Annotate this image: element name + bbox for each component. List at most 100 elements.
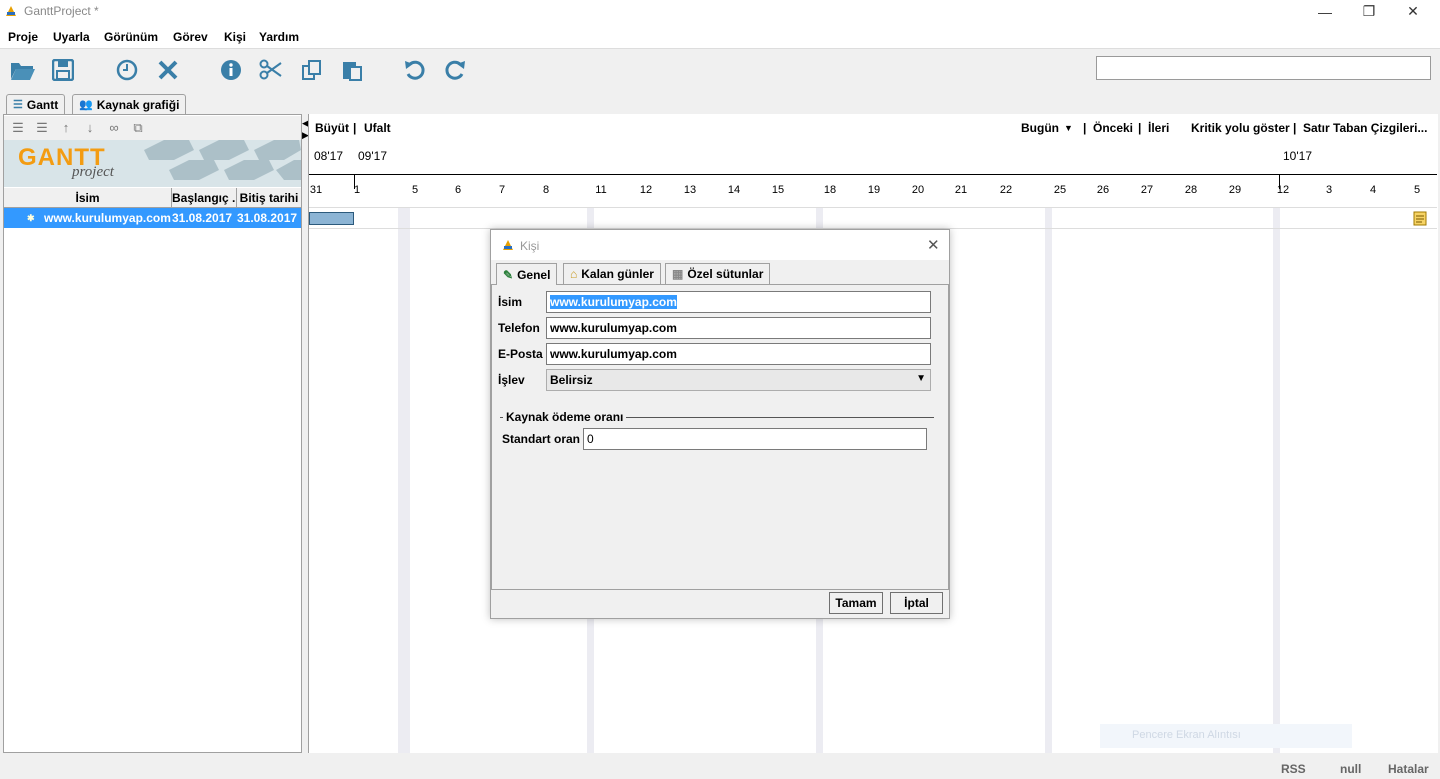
row-marker-icon: ✱ <box>27 213 35 223</box>
day-label: 7 <box>498 184 506 196</box>
day-label: 13 <box>683 184 697 196</box>
day-label: 8 <box>542 184 550 196</box>
person-dialog: Kişi ✕ ✎ Genel ⌂ Kalan günler ▦ Özel süt… <box>490 229 950 619</box>
clock-icon[interactable] <box>114 57 140 83</box>
day-label: 5 <box>411 184 419 196</box>
search-input[interactable] <box>1096 56 1431 80</box>
weekend-column <box>398 208 410 753</box>
indent-icon[interactable]: ☰ <box>34 120 50 136</box>
day-label: 5 <box>1413 184 1421 196</box>
dialog-tab-general-label: Genel <box>517 267 551 282</box>
menu-gorev[interactable]: Görev <box>173 30 208 44</box>
day-label: 27 <box>1140 184 1154 196</box>
menu-uyarla[interactable]: Uyarla <box>53 30 90 44</box>
outdent-icon[interactable]: ☰ <box>10 120 26 136</box>
dialog-tab-custom-columns[interactable]: ▦ Özel sütunlar <box>665 263 771 284</box>
col-name-header[interactable]: İsim <box>4 188 172 208</box>
tab-resource-chart[interactable]: 👥 Kaynak grafiği <box>72 94 187 114</box>
timeline-months: 08'17 09'17 10'17 <box>309 140 1437 174</box>
day-label: 15 <box>771 184 785 196</box>
day-label: 6 <box>454 184 462 196</box>
status-errors[interactable]: Hatalar <box>1388 762 1429 776</box>
cancel-button[interactable]: İptal <box>890 592 943 614</box>
month-label: 08'17 <box>314 149 343 163</box>
col-start-header[interactable]: Başlangıç ... <box>172 188 237 208</box>
next-link[interactable]: İleri <box>1148 121 1169 135</box>
day-label: 4 <box>1369 184 1377 196</box>
close-button[interactable]: ✕ <box>1390 0 1436 23</box>
dialog-app-icon <box>503 240 513 250</box>
move-down-icon[interactable]: ↓ <box>82 120 98 136</box>
month-label: 09'17 <box>358 149 387 163</box>
today-link[interactable]: Bugün <box>1021 121 1059 135</box>
cut-icon[interactable] <box>258 57 284 83</box>
copy-icon[interactable] <box>299 57 325 83</box>
rate-section-title: Kaynak ödeme oranı <box>503 410 627 424</box>
standard-rate-field[interactable]: 0 <box>583 428 927 450</box>
day-label: 12 <box>639 184 653 196</box>
move-up-icon[interactable]: ↑ <box>58 120 74 136</box>
menu-gorunum[interactable]: Görünüm <box>104 30 158 44</box>
app-icon <box>6 6 16 16</box>
day-label: 26 <box>1096 184 1110 196</box>
dialog-close-icon[interactable]: ✕ <box>927 236 940 254</box>
menu-proje[interactable]: Proje <box>8 30 38 44</box>
chart-toolbar: Büyüt | Ufalt Bugün ▼ | Önceki | İleri K… <box>309 116 1437 140</box>
zoom-out-link[interactable]: Ufalt <box>364 121 391 135</box>
dialog-tab-general[interactable]: ✎ Genel <box>496 263 558 285</box>
paste-icon[interactable] <box>339 57 365 83</box>
menu-yardim[interactable]: Yardım <box>259 30 299 44</box>
zoom-in-link[interactable]: Büyüt <box>315 121 349 135</box>
day-label: 25 <box>1053 184 1067 196</box>
task-bar[interactable] <box>309 212 354 225</box>
baselines-link[interactable]: Satır Taban Çizgileri... <box>1303 121 1427 135</box>
minimize-button[interactable]: — <box>1302 0 1348 23</box>
gantt-logo: GANTT project <box>4 140 301 187</box>
month-label: 10'17 <box>1283 149 1312 163</box>
critical-path-link[interactable]: Kritik yolu göster <box>1191 121 1290 135</box>
role-label: İşlev <box>498 373 525 387</box>
col-end-header[interactable]: Bitiş tarihi <box>237 188 301 208</box>
day-label: 3 <box>1325 184 1333 196</box>
undo-icon[interactable] <box>402 57 428 83</box>
unlink-icon[interactable]: ⧉ <box>130 120 146 136</box>
dialog-tab-days-off-label: Kalan günler <box>581 267 654 281</box>
status-rss[interactable]: RSS <box>1281 762 1306 776</box>
table-icon: ▦ <box>672 267 684 281</box>
dialog-tab-days-off[interactable]: ⌂ Kalan günler <box>563 263 661 284</box>
table-row[interactable]: ✱ www.kurulumyap.com 31.08.2017 31.08.20… <box>4 208 301 228</box>
tab-resource-label: Kaynak grafiği <box>96 97 180 112</box>
day-label: 12 <box>1276 184 1290 196</box>
chevron-down-icon: ▼ <box>916 373 926 384</box>
email-field[interactable]: www.kurulumyap.com <box>546 343 931 365</box>
link-icon[interactable]: ∞ <box>106 120 122 136</box>
open-icon[interactable] <box>10 57 36 83</box>
note-icon[interactable] <box>1413 211 1427 226</box>
menu-kisi[interactable]: Kişi <box>224 30 246 44</box>
day-label: 14 <box>727 184 741 196</box>
info-icon[interactable] <box>218 57 244 83</box>
title-bar: GanttProject * — ❐ ✕ <box>0 0 1440 23</box>
redo-icon[interactable] <box>442 57 468 83</box>
name-field[interactable]: www.kurulumyap.com <box>546 291 931 313</box>
role-select-value: Belirsiz <box>550 373 593 387</box>
today-dropdown-icon[interactable]: ▼ <box>1064 123 1073 133</box>
ok-button[interactable]: Tamam <box>829 592 883 614</box>
timeline-days: 31 1 5 6 7 8 11 12 13 14 15 18 19 20 21 … <box>309 174 1437 208</box>
snip-ghost: Pencere Ekran Alıntısı <box>1100 724 1352 748</box>
status-bar: RSS null Hatalar <box>0 758 1440 779</box>
status-null: null <box>1340 762 1362 776</box>
maximize-button[interactable]: ❐ <box>1346 0 1392 23</box>
role-select[interactable]: Belirsiz ▼ <box>546 369 931 391</box>
delete-icon[interactable] <box>155 57 181 83</box>
save-icon[interactable] <box>50 57 76 83</box>
weekend-column <box>1273 208 1280 753</box>
weekend-column <box>1045 208 1052 753</box>
tab-gantt[interactable]: ☰ Gantt <box>6 94 66 114</box>
phone-field[interactable]: www.kurulumyap.com <box>546 317 931 339</box>
day-label: 1 <box>353 184 361 196</box>
dialog-title: Kişi <box>520 239 540 253</box>
day-label: 31 <box>309 184 323 196</box>
row-start: 31.08.2017 <box>172 211 233 225</box>
prev-link[interactable]: Önceki <box>1093 121 1133 135</box>
